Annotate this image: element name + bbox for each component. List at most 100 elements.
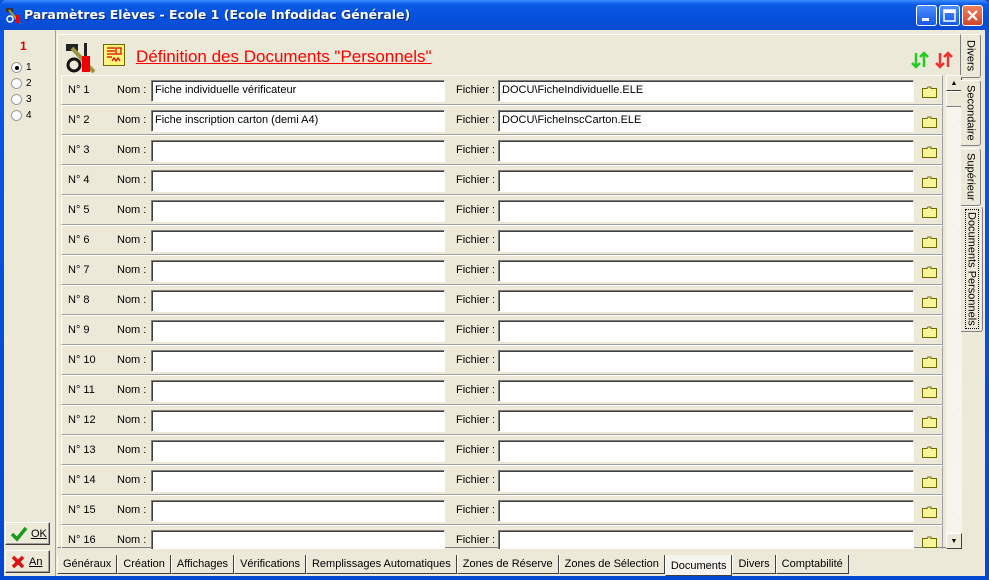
scroll-down-button[interactable]: ▼ — [946, 533, 962, 549]
folder-browse-icon[interactable] — [922, 266, 937, 278]
fichier-label: Fichier : — [456, 444, 496, 456]
folder-browse-icon[interactable] — [922, 386, 937, 398]
document-number: N° 8 — [68, 294, 90, 306]
maximize-button[interactable] — [939, 5, 960, 26]
nom-input[interactable] — [151, 410, 445, 432]
panel-header: Définition des Documents "Personnels" — [62, 37, 958, 75]
radio-button[interactable] — [11, 62, 22, 73]
folder-browse-icon[interactable] — [922, 416, 937, 428]
tab-zones-de-selection[interactable]: Zones de Sélection — [558, 555, 665, 574]
minimize-button[interactable] — [916, 5, 937, 26]
nom-input[interactable] — [151, 290, 445, 312]
nom-input[interactable] — [151, 140, 445, 162]
scroll-up-button[interactable]: ▲ — [946, 75, 962, 91]
document-row: N° 16 Nom : Fichier : — [61, 525, 943, 549]
radio-option-4[interactable]: 4 — [11, 110, 32, 121]
fichier-input[interactable] — [498, 170, 914, 192]
nom-input[interactable] — [151, 500, 445, 522]
fichier-input[interactable] — [498, 530, 914, 549]
scroll-thumb[interactable] — [946, 91, 962, 107]
vtab-divers[interactable]: Divers — [961, 34, 981, 78]
cancel-x-icon — [11, 555, 25, 568]
vtab-secondaire[interactable]: Secondaire — [961, 80, 981, 146]
fichier-input[interactable]: DOCU\FicheInscCarton.ELE — [498, 110, 914, 132]
nom-input[interactable] — [151, 170, 445, 192]
vertical-scrollbar[interactable]: ▲ ▼ — [946, 75, 962, 549]
tab-remplissages-automatiques[interactable]: Remplissages Automatiques — [305, 555, 457, 574]
fichier-input[interactable] — [498, 290, 914, 312]
ok-label: OK — [31, 527, 47, 540]
fichier-label: Fichier : — [456, 324, 496, 336]
radio-button[interactable] — [11, 78, 22, 89]
nom-label: Nom : — [117, 174, 147, 186]
tab-documents[interactable]: Documents — [664, 555, 733, 576]
fichier-input[interactable] — [498, 440, 914, 462]
tab-generaux[interactable]: Généraux — [57, 555, 118, 574]
tools-app-icon — [6, 8, 21, 24]
tab-divers[interactable]: Divers — [732, 555, 776, 574]
radio-button[interactable] — [11, 110, 22, 121]
fichier-input[interactable]: DOCU\FicheIndividuelle.ELE — [498, 80, 914, 102]
document-row: N° 9 Nom : Fichier : — [61, 315, 943, 345]
folder-browse-icon[interactable] — [922, 236, 937, 248]
cancel-button[interactable]: An — [5, 550, 50, 573]
nom-input[interactable] — [151, 230, 445, 252]
fichier-input[interactable] — [498, 230, 914, 252]
vtab-documents-personnels[interactable]: Documents Personnels — [961, 206, 983, 332]
ok-button[interactable]: OK — [5, 522, 50, 545]
folder-browse-icon[interactable] — [922, 326, 937, 338]
nom-input[interactable] — [151, 440, 445, 462]
folder-browse-icon[interactable] — [922, 296, 937, 308]
page-title: Définition des Documents "Personnels" — [136, 47, 432, 66]
vtab-superieur[interactable]: Supérieur — [961, 148, 981, 206]
document-number: N° 7 — [68, 264, 90, 276]
fichier-input[interactable] — [498, 380, 914, 402]
document-row: N° 11 Nom : Fichier : — [61, 375, 943, 405]
nom-input[interactable] — [151, 320, 445, 342]
nom-label: Nom : — [117, 384, 147, 396]
folder-browse-icon[interactable] — [922, 506, 937, 518]
sort-red-arrows-icon[interactable] — [934, 51, 954, 69]
document-number: N° 15 — [68, 504, 96, 516]
folder-browse-icon[interactable] — [922, 116, 937, 128]
close-button[interactable] — [962, 5, 983, 26]
nom-label: Nom : — [117, 534, 147, 546]
tab-comptabilite[interactable]: Comptabilité — [775, 555, 849, 574]
fichier-input[interactable] — [498, 200, 914, 222]
nom-input[interactable] — [151, 470, 445, 492]
fichier-input[interactable] — [498, 260, 914, 282]
nom-input[interactable] — [151, 200, 445, 222]
fichier-input[interactable] — [498, 470, 914, 492]
tab-verifications[interactable]: Vérifications — [234, 555, 306, 574]
nom-input[interactable] — [151, 260, 445, 282]
folder-browse-icon[interactable] — [922, 86, 937, 98]
radio-button[interactable] — [11, 94, 22, 105]
folder-browse-icon[interactable] — [922, 176, 937, 188]
nom-label: Nom : — [117, 264, 147, 276]
fichier-input[interactable] — [498, 320, 914, 342]
radio-option-3[interactable]: 3 — [11, 94, 32, 105]
document-row: N° 1 Nom : Fiche individuelle vérificate… — [61, 75, 943, 105]
fichier-input[interactable] — [498, 350, 914, 372]
tab-affichages[interactable]: Affichages — [170, 555, 235, 574]
tab-zones-de-reserve[interactable]: Zones de Réserve — [456, 555, 559, 574]
folder-browse-icon[interactable] — [922, 446, 937, 458]
fichier-input[interactable] — [498, 140, 914, 162]
sort-green-arrows-icon[interactable] — [910, 51, 930, 69]
folder-browse-icon[interactable] — [922, 206, 937, 218]
folder-browse-icon[interactable] — [922, 476, 937, 488]
folder-browse-icon[interactable] — [922, 536, 937, 548]
fichier-input[interactable] — [498, 410, 914, 432]
fichier-input[interactable] — [498, 500, 914, 522]
radio-option-2[interactable]: 2 — [11, 78, 32, 89]
tab-creation[interactable]: Création — [117, 555, 171, 574]
nom-input[interactable] — [151, 350, 445, 372]
folder-browse-icon[interactable] — [922, 356, 937, 368]
radio-option-1[interactable]: 1 — [11, 62, 32, 73]
nom-input[interactable]: Fiche individuelle vérificateur — [151, 80, 445, 102]
title-bar[interactable]: Paramètres Elèves - Ecole 1 (Ecole Infod… — [0, 0, 989, 30]
nom-input[interactable] — [151, 530, 445, 549]
nom-input[interactable]: Fiche inscription carton (demi A4) — [151, 110, 445, 132]
nom-input[interactable] — [151, 380, 445, 402]
folder-browse-icon[interactable] — [922, 146, 937, 158]
